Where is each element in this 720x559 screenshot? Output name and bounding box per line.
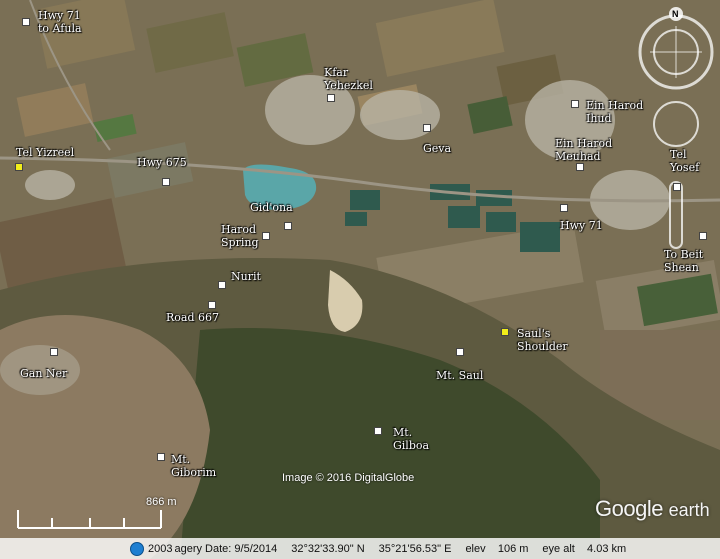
map-viewport[interactable]: N Hwy 71 to Afula Kfar Yehezkel Ein Haro… <box>0 0 720 559</box>
label-kfar-yehezkel: Kfar Yehezkel <box>324 66 373 92</box>
label-ein-harod-ihud: Ein Harod Ihud <box>586 99 644 125</box>
label-harod-spring: Harod Spring <box>221 223 259 249</box>
compass-north-label: N <box>672 9 679 19</box>
placemark-hwy675-icon[interactable] <box>162 178 170 186</box>
placemark-ein-harod-meuhad-icon[interactable] <box>576 163 584 171</box>
label-gan-ner: Gan Ner <box>20 367 68 380</box>
placemark-gidona-icon[interactable] <box>284 222 292 230</box>
label-mt-gilboa: Mt. Gilboa <box>393 426 430 452</box>
label-nurit: Nurit <box>231 270 261 283</box>
loading-globe-icon <box>130 541 144 556</box>
google-earth-logo: Google earth <box>595 496 710 522</box>
label-to-beit-shean: To Beit Shean <box>664 248 704 274</box>
status-imagery-date: agery Date: 9/5/2014 <box>174 542 278 555</box>
placemark-hwy71-afula-icon[interactable] <box>22 18 30 26</box>
label-tel-yizreel: Tel Yizreel <box>16 146 75 159</box>
placemark-mt-saul-icon[interactable] <box>456 348 464 356</box>
label-geva: Geva <box>423 142 452 155</box>
label-hwy71: Hwy 71 <box>560 219 603 232</box>
placemark-mt-gilboa-icon[interactable] <box>374 427 382 435</box>
placemark-gan-ner-icon[interactable] <box>50 348 58 356</box>
label-hwy71-afula: Hwy 71 to Afula <box>38 9 82 35</box>
label-mt-saul: Mt. Saul <box>436 369 484 382</box>
label-sauls-shoulder: Saul's Shoulder <box>517 327 568 353</box>
placemark-geva-icon[interactable] <box>423 124 431 132</box>
placemark-ein-harod-ihud-icon[interactable] <box>571 100 579 108</box>
label-tel-yosef: Tel Yosef <box>670 148 700 174</box>
label-ein-harod-meuhad: Ein Harod Meuhad <box>555 137 613 163</box>
status-year: 2003 <box>148 542 173 555</box>
status-longitude: 35°21'56.53" E <box>378 542 452 555</box>
scale-bar <box>17 510 162 529</box>
placemark-sauls-shoulder-icon[interactable] <box>501 328 509 336</box>
placemark-road667-icon[interactable] <box>208 301 216 309</box>
placemark-hwy71-icon[interactable] <box>560 204 568 212</box>
navigation-control[interactable] <box>636 6 716 256</box>
placemark-harod-spring-icon[interactable] <box>262 232 270 240</box>
status-bar: 2003 agery Date: 9/5/2014 32°32'33.90" N… <box>0 538 720 559</box>
placemark-tel-yizreel-icon[interactable] <box>15 163 23 171</box>
placemark-to-beit-shean-icon[interactable] <box>699 232 707 240</box>
status-latitude: 32°32'33.90" N <box>291 542 365 555</box>
logo-earth-text: earth <box>668 500 710 520</box>
label-road667: Road 667 <box>166 311 219 324</box>
placemark-mt-giborim-icon[interactable] <box>157 453 165 461</box>
label-mt-giborim: Mt. Giborim <box>171 453 217 479</box>
imagery-copyright: Image © 2016 DigitalGlobe <box>282 472 415 484</box>
placemark-kfar-yehezkel-icon[interactable] <box>327 94 335 102</box>
status-elevation: elev 106 m <box>465 542 529 555</box>
placemark-tel-yosef-icon[interactable] <box>673 183 681 191</box>
scale-label: 866 m <box>146 496 177 508</box>
label-gidona: Gid'ona <box>250 201 293 214</box>
label-hwy675: Hwy 675 <box>137 156 187 169</box>
status-eye-altitude: eye alt 4.03 km <box>542 542 627 555</box>
placemark-nurit-icon[interactable] <box>218 281 226 289</box>
logo-google-text: Google <box>595 496 663 521</box>
